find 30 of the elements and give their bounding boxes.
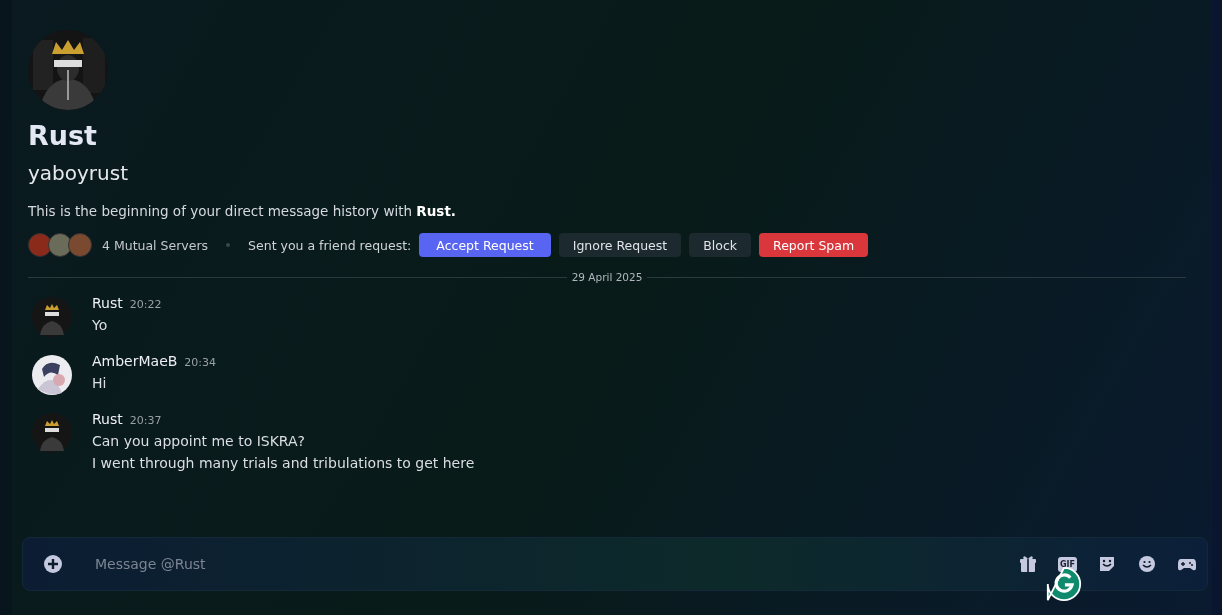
mutual-servers-link[interactable]: 4 Mutual Servers [102,237,209,253]
request-button[interactable]: Accept Request [419,233,551,257]
timestamp: 20:34 [184,356,217,369]
message-input-field[interactable]: Message @Rust GIF [22,537,1208,591]
message-text: I went through many trials and tribulations to get here [92,455,475,471]
grammarly-badge-icon[interactable] [1046,566,1082,602]
gift-icon[interactable] [1018,554,1038,574]
separator-dot [226,243,231,247]
timestamp: 20:22 [129,298,162,311]
server-icon[interactable] [68,233,92,257]
display-name: Rust [28,120,97,151]
username: yaboyrust [28,161,129,185]
message-text: Yo [92,317,109,333]
message-text: Hi [92,375,108,391]
date-divider: 29 April 2025 [570,271,644,283]
sticker-icon[interactable] [1097,554,1117,574]
request-button[interactable]: Report Spam [759,233,869,257]
intro-text: This is the beginning of your direct message history with Rust. [28,203,456,219]
author-name[interactable]: Rust [92,295,123,311]
request-button[interactable]: Block [689,233,751,257]
server-icon[interactable] [48,233,72,257]
add-icon[interactable] [43,554,63,574]
timestamp: 20:37 [129,414,162,427]
request-button[interactable]: Ignore Request [558,233,682,257]
server-icon[interactable] [28,233,52,257]
message-text: Can you appoint me to ISKRA? [92,433,307,449]
friend-request-label: Sent you a friend request: [248,237,412,253]
author-name[interactable]: AmberMaeB [92,353,178,369]
emoji-icon[interactable] [1137,554,1157,574]
author-name[interactable]: Rust [92,411,123,427]
